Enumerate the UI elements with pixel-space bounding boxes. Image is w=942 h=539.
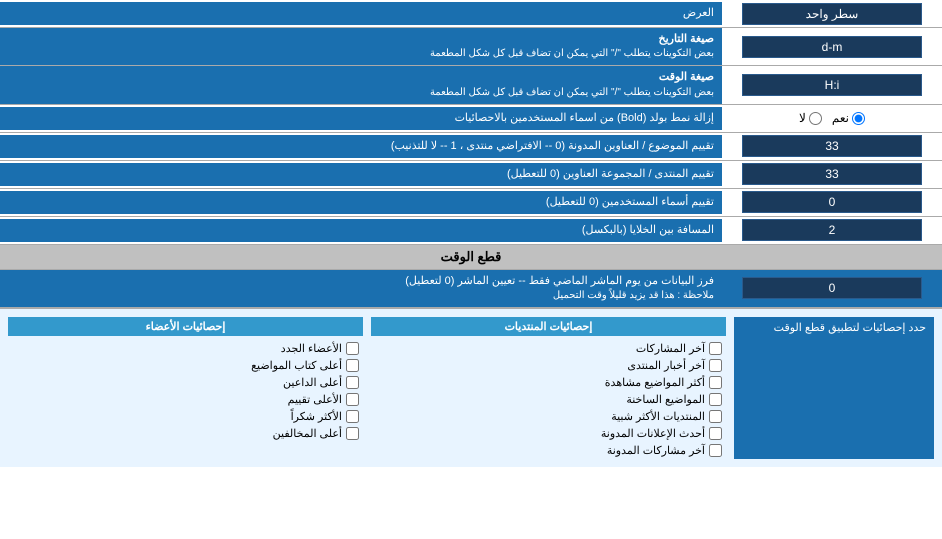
cb-blog-posts: آخر مشاركات المدونة xyxy=(371,442,726,459)
cb-most-thanks: الأكثر شكراً xyxy=(8,408,363,425)
cb-similar-forums-input[interactable] xyxy=(709,410,722,423)
cutoff-main-label: فرز البيانات من يوم الماشر الماضي فقط --… xyxy=(8,274,714,289)
cb-forum-news-label: آخر أخبار المنتدى xyxy=(627,359,705,372)
cb-hot-topics: المواضيع الساخنة xyxy=(371,391,726,408)
topic-order-row: تقييم الموضوع / العناوين المدونة (0 -- ا… xyxy=(0,133,942,161)
date-format-note: بعض التكوينات يتطلب "/" التي يمكن ان تضا… xyxy=(8,47,714,61)
cell-spacing-label: المسافة بين الخلايا (بالبكسل) xyxy=(0,219,722,242)
bold-radio-no-label[interactable]: لا xyxy=(799,111,822,125)
forum-order-input-wrapper xyxy=(722,161,942,187)
topic-order-label: تقييم الموضوع / العناوين المدونة (0 -- ا… xyxy=(0,135,722,158)
display-mode-label: العرض xyxy=(0,2,722,25)
cell-spacing-input[interactable] xyxy=(742,219,922,241)
cutoff-input[interactable] xyxy=(742,277,922,299)
cb-top-violators-label: أعلى المخالفين xyxy=(273,427,342,440)
cb-top-violators-input[interactable] xyxy=(346,427,359,440)
cb-top-posters-label: أعلى كتاب المواضيع xyxy=(251,359,342,372)
member-stats-header: إحصائيات الأعضاء xyxy=(8,317,363,336)
time-format-title: صيغة الوقت xyxy=(8,70,714,85)
forum-stats-col: إحصائيات المنتديات آخر المشاركات آخر أخب… xyxy=(371,317,726,459)
bold-remove-row: نعم لا إزالة نمط بولد (Bold) من اسماء ال… xyxy=(0,105,942,133)
username-order-label: تقييم أسماء المستخدمين (0 للتعطيل) xyxy=(0,191,722,214)
bold-remove-input-wrapper: نعم لا xyxy=(722,109,942,127)
cb-blog-posts-input[interactable] xyxy=(709,444,722,457)
cutoff-input-wrapper xyxy=(722,270,942,307)
date-format-input-wrapper xyxy=(722,34,942,60)
cb-similar-forums: المنتديات الأكثر شبية xyxy=(371,408,726,425)
display-mode-select[interactable]: سطر واحد سطران xyxy=(742,3,922,25)
cb-last-posts: آخر المشاركات xyxy=(371,340,726,357)
cell-spacing-row: المسافة بين الخلايا (بالبكسل) xyxy=(0,217,942,245)
cutoff-note: ملاحظة : هذا قد يزيد قليلاً وقت التحميل xyxy=(8,289,714,303)
cb-latest-news: أحدث الإعلانات المدونة xyxy=(371,425,726,442)
cb-top-rated-label: الأعلى تقييم xyxy=(288,393,342,406)
cb-hot-topics-label: المواضيع الساخنة xyxy=(626,393,705,406)
date-format-row: صيغة التاريخ بعض التكوينات يتطلب "/" الت… xyxy=(0,28,942,66)
bold-radio-no[interactable] xyxy=(809,112,822,125)
cb-similar-forums-label: المنتديات الأكثر شبية xyxy=(611,410,705,423)
cb-most-viewed: أكثر المواضيع مشاهدة xyxy=(371,374,726,391)
cb-blog-posts-label: آخر مشاركات المدونة xyxy=(607,444,705,457)
forum-order-input[interactable] xyxy=(742,163,922,185)
stats-apply-label: حدد إحصائيات لتطبيق قطع الوقت xyxy=(734,317,934,459)
cb-most-viewed-label: أكثر المواضيع مشاهدة xyxy=(605,376,705,389)
cb-new-members: الأعضاء الجدد xyxy=(8,340,363,357)
cb-most-viewed-input[interactable] xyxy=(709,376,722,389)
time-format-input-wrapper xyxy=(722,72,942,98)
cb-top-inviter: أعلى الداعين xyxy=(8,374,363,391)
date-format-input[interactable] xyxy=(742,36,922,58)
cb-hot-topics-input[interactable] xyxy=(709,393,722,406)
username-order-input-wrapper xyxy=(722,189,942,215)
date-format-label: صيغة التاريخ بعض التكوينات يتطلب "/" الت… xyxy=(0,28,722,65)
cb-forum-news-input[interactable] xyxy=(709,359,722,372)
topic-order-input[interactable] xyxy=(742,135,922,157)
bold-radio-no-text: لا xyxy=(799,111,806,125)
cb-top-rated: الأعلى تقييم xyxy=(8,391,363,408)
bold-radio-yes-label[interactable]: نعم xyxy=(832,111,865,125)
cb-top-rated-input[interactable] xyxy=(346,393,359,406)
cb-top-inviter-input[interactable] xyxy=(346,376,359,389)
cb-latest-news-input[interactable] xyxy=(709,427,722,440)
display-mode-input-wrapper: سطر واحد سطران xyxy=(722,1,942,27)
cb-new-members-label: الأعضاء الجدد xyxy=(281,342,342,355)
forum-order-row: تقييم المنتدى / المجموعة العناوين (0 للت… xyxy=(0,161,942,189)
date-format-title: صيغة التاريخ xyxy=(8,32,714,47)
bold-radio-yes[interactable] xyxy=(852,112,865,125)
forum-order-label: تقييم المنتدى / المجموعة العناوين (0 للت… xyxy=(0,163,722,186)
member-stats-col: إحصائيات الأعضاء الأعضاء الجدد أعلى كتاب… xyxy=(8,317,363,459)
username-order-row: تقييم أسماء المستخدمين (0 للتعطيل) xyxy=(0,189,942,217)
bold-radio-yes-text: نعم xyxy=(832,111,849,125)
cutoff-row: فرز البيانات من يوم الماشر الماضي فقط --… xyxy=(0,270,942,308)
bold-remove-label: إزالة نمط بولد (Bold) من اسماء المستخدمي… xyxy=(0,107,722,130)
checkboxes-area: حدد إحصائيات لتطبيق قطع الوقت إحصائيات ا… xyxy=(0,308,942,467)
cb-last-posts-label: آخر المشاركات xyxy=(636,342,705,355)
cb-new-members-input[interactable] xyxy=(346,342,359,355)
time-format-row: صيغة الوقت بعض التكوينات يتطلب "/" التي … xyxy=(0,66,942,104)
cb-most-thanks-input[interactable] xyxy=(346,410,359,423)
display-mode-row: سطر واحد سطران العرض xyxy=(0,0,942,28)
cb-top-inviter-label: أعلى الداعين xyxy=(283,376,342,389)
cutoff-label: فرز البيانات من يوم الماشر الماضي فقط --… xyxy=(0,270,722,307)
cb-most-thanks-label: الأكثر شكراً xyxy=(291,410,342,423)
forum-stats-header: إحصائيات المنتديات xyxy=(371,317,726,336)
bold-remove-radio-group: نعم لا xyxy=(799,111,865,125)
cb-latest-news-label: أحدث الإعلانات المدونة xyxy=(601,427,705,440)
cutoff-section-header: قطع الوقت xyxy=(0,245,942,270)
cb-top-posters-input[interactable] xyxy=(346,359,359,372)
username-order-input[interactable] xyxy=(742,191,922,213)
time-format-input[interactable] xyxy=(742,74,922,96)
topic-order-input-wrapper xyxy=(722,133,942,159)
cb-top-violators: أعلى المخالفين xyxy=(8,425,363,442)
cell-spacing-input-wrapper xyxy=(722,217,942,243)
cb-last-posts-input[interactable] xyxy=(709,342,722,355)
time-format-label: صيغة الوقت بعض التكوينات يتطلب "/" التي … xyxy=(0,66,722,103)
checkboxes-grid: حدد إحصائيات لتطبيق قطع الوقت إحصائيات ا… xyxy=(8,317,934,459)
cb-forum-news: آخر أخبار المنتدى xyxy=(371,357,726,374)
time-format-note: بعض التكوينات يتطلب "/" التي يمكن ان تضا… xyxy=(8,86,714,100)
cb-top-posters: أعلى كتاب المواضيع xyxy=(8,357,363,374)
